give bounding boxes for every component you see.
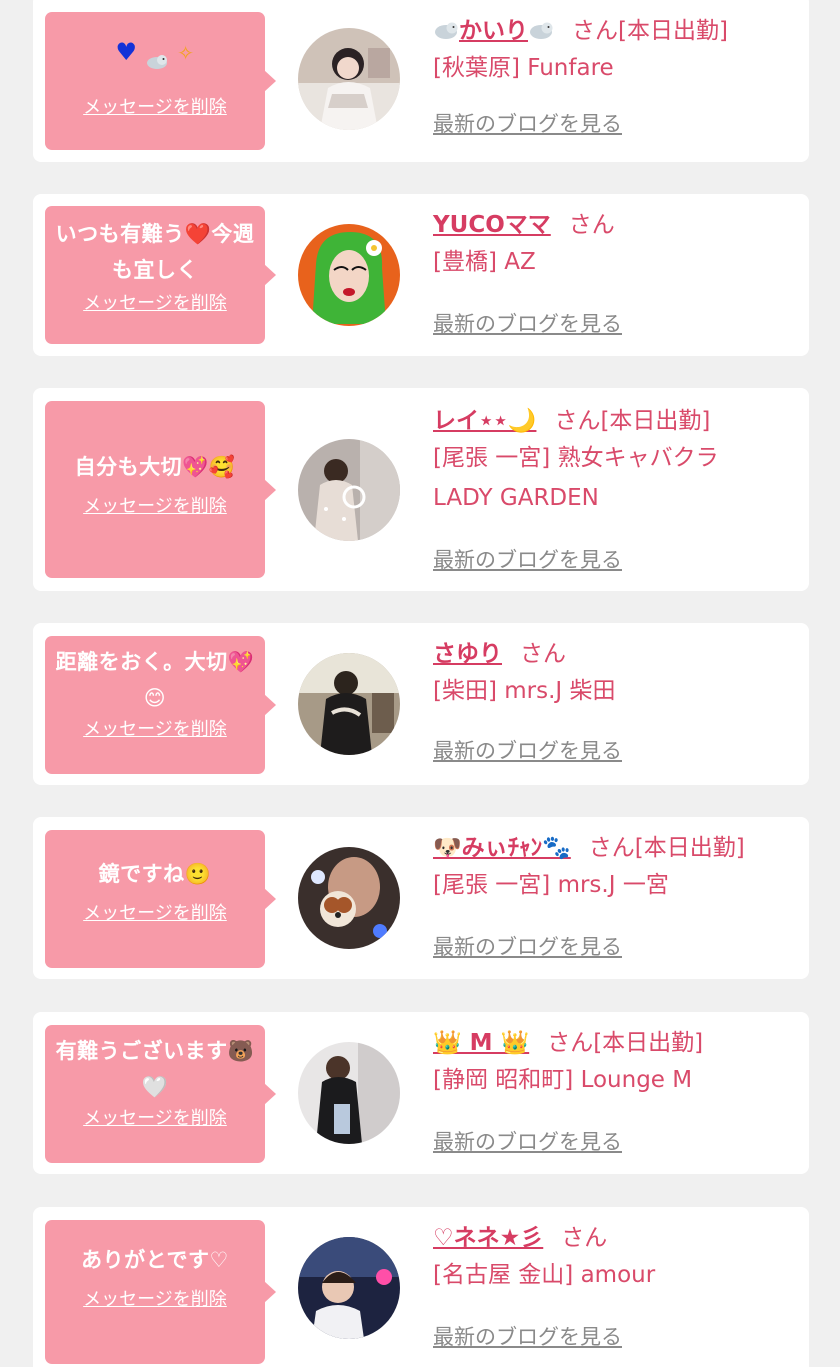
shop-name: [名古屋 金山] amour bbox=[433, 1262, 656, 1288]
cast-info: 🐶みぃﾁｬﾝ🐾 さん[本日出勤] [尾張 一宮] mrs.J 一宮 最新のブログを… bbox=[433, 831, 799, 959]
cast-info: レイ⋆⋆🌙 さん[本日出勤] [尾張 一宮] 熟女キャバクラ LADY GARDE… bbox=[433, 404, 799, 572]
message-text: ありがとです♡ bbox=[81, 1248, 229, 1272]
on-duty-badge: [本日出勤] bbox=[618, 18, 728, 44]
name-line: ♡ネネ★彡 さん bbox=[433, 1221, 799, 1255]
message-list: ♥ ✧ メッセージを削除 かいり さん[本日出勤] [秋葉原] Funfare … bbox=[0, 0, 840, 1367]
cast-name-link[interactable]: さゆり bbox=[433, 641, 502, 667]
cast-name-link[interactable]: かいり bbox=[433, 18, 554, 44]
name-line: かいり さん[本日出勤] bbox=[433, 14, 799, 48]
cast-name-link[interactable]: YUCOママ bbox=[433, 212, 551, 238]
delete-message-link[interactable]: メッセージを削除 bbox=[55, 292, 255, 316]
cast-info: かいり さん[本日出勤] [秋葉原] Funfare 最新のブログを見る bbox=[433, 14, 799, 136]
latest-blog-link[interactable]: 最新のブログを見る bbox=[433, 737, 622, 765]
on-duty-badge: [本日出勤] bbox=[634, 835, 745, 861]
name-line: 👑 M 👑 さん[本日出勤] bbox=[433, 1026, 799, 1060]
avatar[interactable] bbox=[298, 1042, 400, 1144]
message-bubble: 自分も大切💖🥰 メッセージを削除 bbox=[45, 401, 276, 578]
message-card: ありがとです♡ メッセージを削除 ♡ネネ★彡 さん [名古屋 金山] amour … bbox=[33, 1207, 809, 1367]
latest-blog-link[interactable]: 最新のブログを見る bbox=[433, 110, 622, 138]
avatar[interactable] bbox=[298, 28, 400, 130]
message-text: 鏡ですね🙂 bbox=[98, 862, 212, 886]
name-line: レイ⋆⋆🌙 さん[本日出勤] bbox=[433, 404, 799, 438]
seal-icon bbox=[528, 16, 554, 39]
message-bubble: 鏡ですね🙂 メッセージを削除 bbox=[45, 830, 276, 968]
delete-message-link[interactable]: メッセージを削除 bbox=[55, 718, 255, 742]
message-card: いつも有難う❤️今週も宜しく メッセージを削除 YUCOママ さん [豊橋] AZ… bbox=[33, 194, 809, 356]
message-text: 距離をおく。大切💖😊 bbox=[55, 650, 255, 710]
name-line: 🐶みぃﾁｬﾝ🐾 さん[本日出勤] bbox=[433, 831, 799, 865]
avatar[interactable] bbox=[298, 439, 400, 541]
delete-message-link[interactable]: メッセージを削除 bbox=[55, 96, 255, 120]
on-duty-badge: [本日出勤] bbox=[593, 1030, 704, 1056]
shop-name: [柴田] mrs.J 柴田 bbox=[433, 678, 616, 704]
honorific: さん bbox=[588, 835, 635, 861]
shop-name: [静岡 昭和町] Lounge M bbox=[433, 1067, 693, 1093]
name-line: さゆり さん bbox=[433, 637, 799, 671]
seal-icon bbox=[145, 45, 169, 69]
message-card: 鏡ですね🙂 メッセージを削除 🐶みぃﾁｬﾝ🐾 さん[本日出勤] [尾張 一宮] m… bbox=[33, 817, 809, 979]
message-text: いつも有難う❤️今週も宜しく bbox=[55, 222, 255, 282]
sparkle-icon: ✧ bbox=[177, 41, 195, 65]
latest-blog-link[interactable]: 最新のブログを見る bbox=[433, 310, 622, 338]
cast-info: YUCOママ さん [豊橋] AZ 最新のブログを見る bbox=[433, 208, 799, 336]
shop-name: [豊橋] AZ bbox=[433, 249, 536, 275]
cast-name: かいり bbox=[459, 18, 528, 44]
message-bubble: ありがとです♡ メッセージを削除 bbox=[45, 1220, 276, 1364]
message-text: ♥ ✧ bbox=[55, 12, 255, 78]
cast-name-link[interactable]: 👑 M 👑 bbox=[433, 1030, 529, 1056]
message-card: ♥ ✧ メッセージを削除 かいり さん[本日出勤] [秋葉原] Funfare … bbox=[33, 0, 809, 162]
message-card: 有難うございます🐻🤍 メッセージを削除 👑 M 👑 さん[本日出勤] [静岡 昭和… bbox=[33, 1012, 809, 1174]
honorific: さん bbox=[572, 18, 618, 44]
latest-blog-link[interactable]: 最新のブログを見る bbox=[433, 933, 622, 961]
avatar[interactable] bbox=[298, 224, 400, 326]
latest-blog-link[interactable]: 最新のブログを見る bbox=[433, 1128, 622, 1156]
cast-name-link[interactable]: 🐶みぃﾁｬﾝ🐾 bbox=[433, 835, 571, 861]
message-bubble: いつも有難う❤️今週も宜しく メッセージを削除 bbox=[45, 206, 276, 344]
message-card: 自分も大切💖🥰 メッセージを削除 レイ⋆⋆🌙 さん[本日出勤] [尾張 一宮] 熟… bbox=[33, 388, 809, 591]
message-bubble: 距離をおく。大切💖😊 メッセージを削除 bbox=[45, 636, 276, 774]
cast-info: ♡ネネ★彡 さん [名古屋 金山] amour 最新のブログを見る bbox=[433, 1221, 799, 1349]
cast-info: 👑 M 👑 さん[本日出勤] [静岡 昭和町] Lounge M 最新のブログを見… bbox=[433, 1026, 799, 1154]
honorific: さん bbox=[568, 212, 615, 238]
cast-name-link[interactable]: ♡ネネ★彡 bbox=[433, 1225, 543, 1251]
delete-message-link[interactable]: メッセージを削除 bbox=[55, 1288, 255, 1312]
honorific: さん bbox=[554, 408, 601, 434]
avatar[interactable] bbox=[298, 1237, 400, 1339]
message-text: 自分も大切💖🥰 bbox=[74, 455, 236, 479]
cast-info: さゆり さん [柴田] mrs.J 柴田 最新のブログを見る bbox=[433, 637, 799, 763]
delete-message-link[interactable]: メッセージを削除 bbox=[55, 902, 255, 926]
avatar[interactable] bbox=[298, 847, 400, 949]
seal-icon bbox=[433, 16, 459, 39]
shop-name: [秋葉原] Funfare bbox=[433, 55, 614, 81]
name-line: YUCOママ さん bbox=[433, 208, 799, 242]
message-text: 有難うございます🐻🤍 bbox=[55, 1039, 255, 1099]
delete-message-link[interactable]: メッセージを削除 bbox=[55, 495, 255, 519]
avatar[interactable] bbox=[298, 653, 400, 755]
honorific: さん bbox=[547, 1030, 594, 1056]
latest-blog-link[interactable]: 最新のブログを見る bbox=[433, 1323, 622, 1351]
message-card: 距離をおく。大切💖😊 メッセージを削除 さゆり さん [柴田] mrs.J 柴田 … bbox=[33, 623, 809, 785]
blue-heart-icon: ♥ bbox=[115, 38, 138, 66]
honorific: さん bbox=[561, 1225, 608, 1251]
shop-name: [尾張 一宮] mrs.J 一宮 bbox=[433, 872, 669, 898]
message-bubble: 有難うございます🐻🤍 メッセージを削除 bbox=[45, 1025, 276, 1163]
latest-blog-link[interactable]: 最新のブログを見る bbox=[433, 546, 622, 574]
on-duty-badge: [本日出勤] bbox=[600, 408, 711, 434]
cast-name-link[interactable]: レイ⋆⋆🌙 bbox=[433, 408, 536, 434]
shop-name: [尾張 一宮] 熟女キャバクラ LADY GARDEN bbox=[433, 445, 719, 511]
delete-message-link[interactable]: メッセージを削除 bbox=[55, 1107, 255, 1131]
honorific: さん bbox=[520, 641, 566, 667]
message-bubble: ♥ ✧ メッセージを削除 bbox=[45, 12, 276, 150]
